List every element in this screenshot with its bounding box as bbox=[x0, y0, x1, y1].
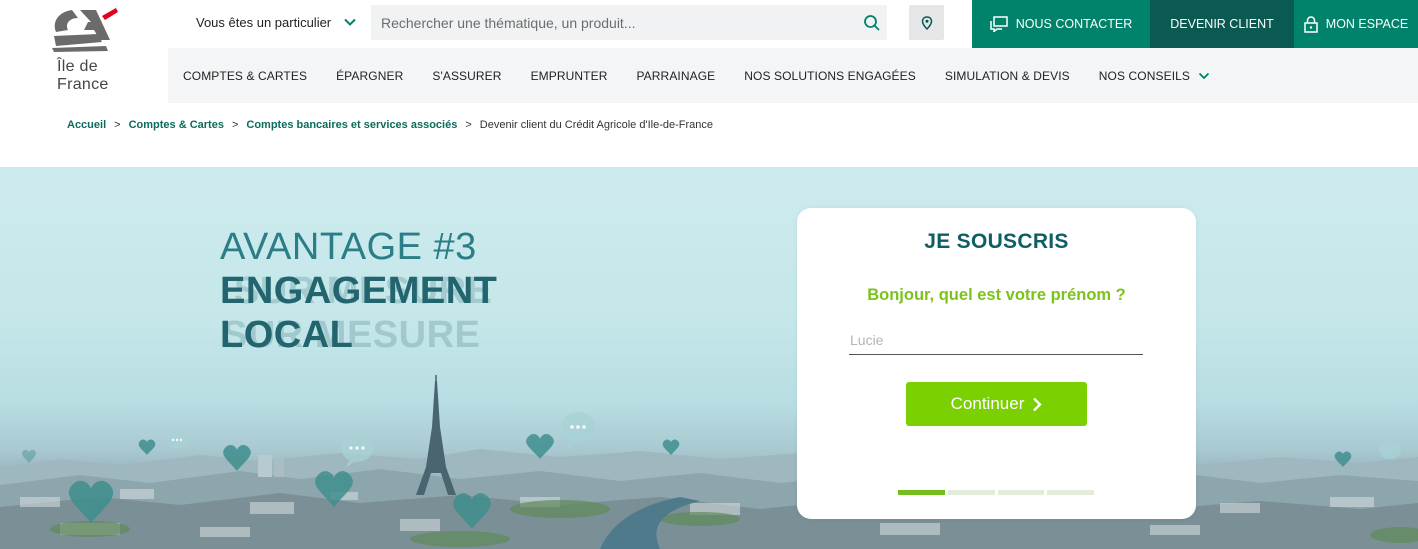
contact-button[interactable]: NOUS CONTACTER bbox=[972, 0, 1150, 48]
hero-banner: AVANTAGE #3 SUR MESURE ENGAGEMENT SUR ME… bbox=[0, 167, 1418, 549]
subscription-title: JE SOUSCRIS bbox=[924, 230, 1069, 253]
chat-bubble-icon bbox=[990, 16, 1008, 32]
logo-text-line2: France bbox=[57, 76, 109, 93]
nav-item-nos-conseils[interactable]: NOS CONSEILS bbox=[1099, 69, 1210, 83]
progress-step bbox=[947, 490, 995, 495]
nav-item-epargner[interactable]: ÉPARGNER bbox=[336, 69, 403, 83]
logo[interactable]: Île de France bbox=[0, 0, 168, 103]
first-name-question: Bonjour, quel est votre prénom ? bbox=[867, 286, 1126, 304]
hero-title-line2: SUR MESURE ENGAGEMENT bbox=[220, 269, 540, 313]
nav-item-emprunter[interactable]: EMPRUNTER bbox=[531, 69, 608, 83]
become-client-label: DEVENIR CLIENT bbox=[1170, 17, 1274, 31]
logo-text-line1: Île de bbox=[57, 58, 98, 75]
paris-skyline-image bbox=[0, 375, 1418, 549]
breadcrumb-link-accueil[interactable]: Accueil bbox=[67, 119, 106, 131]
breadcrumb-link-comptes-bancaires[interactable]: Comptes bancaires et services associés bbox=[246, 119, 457, 131]
main-nav: COMPTES & CARTES ÉPARGNER S'ASSURER EMPR… bbox=[168, 48, 1418, 103]
search-box bbox=[371, 5, 887, 40]
profile-select-label: Vous êtes un particulier bbox=[196, 14, 332, 30]
contact-button-label: NOUS CONTACTER bbox=[1015, 17, 1133, 31]
step-progress-bar bbox=[898, 490, 1094, 495]
progress-step bbox=[1047, 490, 1094, 495]
chevron-down-icon bbox=[344, 18, 356, 26]
continue-button[interactable]: Continuer bbox=[906, 382, 1087, 426]
hero-title-line2-text: ENGAGEMENT bbox=[220, 270, 498, 312]
logo-text: Île de France bbox=[57, 58, 109, 94]
nav-item-parrainage[interactable]: PARRAINAGE bbox=[636, 69, 715, 83]
subscription-card: JE SOUSCRIS Bonjour, quel est votre prén… bbox=[797, 208, 1196, 519]
chevron-right-icon bbox=[1033, 397, 1043, 411]
progress-step bbox=[898, 490, 945, 495]
search-input[interactable] bbox=[371, 5, 841, 40]
top-bar: Vous êtes un particulier NOUS CONTACTER … bbox=[168, 0, 1418, 48]
nav-item-comptes-cartes[interactable]: COMPTES & CARTES bbox=[183, 69, 307, 83]
progress-step bbox=[997, 490, 1045, 495]
first-name-input[interactable] bbox=[849, 325, 1143, 355]
become-client-button[interactable]: DEVENIR CLIENT bbox=[1150, 0, 1294, 48]
hero-title-line3: SUR MESURE LOCAL bbox=[220, 313, 540, 357]
breadcrumb-separator: > bbox=[465, 119, 472, 131]
my-space-label: MON ESPACE bbox=[1325, 17, 1409, 31]
search-icon[interactable] bbox=[863, 14, 881, 32]
breadcrumb-link-comptes-cartes[interactable]: Comptes & Cartes bbox=[129, 119, 224, 131]
nav-item-s-assurer[interactable]: S'ASSURER bbox=[432, 69, 501, 83]
breadcrumb-separator: > bbox=[231, 119, 239, 131]
lock-icon bbox=[1304, 15, 1318, 33]
profile-select[interactable]: Vous êtes un particulier bbox=[196, 0, 357, 44]
hero-title-line3-text: LOCAL bbox=[220, 314, 354, 356]
credit-agricole-logo-icon bbox=[52, 8, 118, 52]
location-pin-icon bbox=[921, 15, 932, 30]
location-button[interactable] bbox=[909, 5, 944, 40]
hero-title-line1: AVANTAGE #3 bbox=[220, 226, 477, 268]
nav-item-simulation-devis[interactable]: SIMULATION & DEVIS bbox=[945, 69, 1070, 83]
breadcrumb-current: Devenir client du Crédit Agricole d'Ile-… bbox=[479, 119, 713, 131]
breadcrumb: Accueil > Comptes & Cartes > Comptes ban… bbox=[67, 117, 713, 133]
nav-item-nos-conseils-label: NOS CONSEILS bbox=[1098, 68, 1191, 83]
nav-item-solutions-engagees[interactable]: NOS SOLUTIONS ENGAGÉES bbox=[744, 69, 916, 83]
breadcrumb-separator: > bbox=[114, 119, 121, 131]
site-header: Île de France Vous êtes un particulier N… bbox=[0, 0, 1418, 103]
chevron-down-icon bbox=[1198, 72, 1210, 79]
my-space-button[interactable]: MON ESPACE bbox=[1294, 0, 1418, 48]
hero-title: AVANTAGE #3 SUR MESURE ENGAGEMENT SUR ME… bbox=[220, 225, 540, 357]
continue-button-label: Continuer bbox=[950, 394, 1025, 413]
